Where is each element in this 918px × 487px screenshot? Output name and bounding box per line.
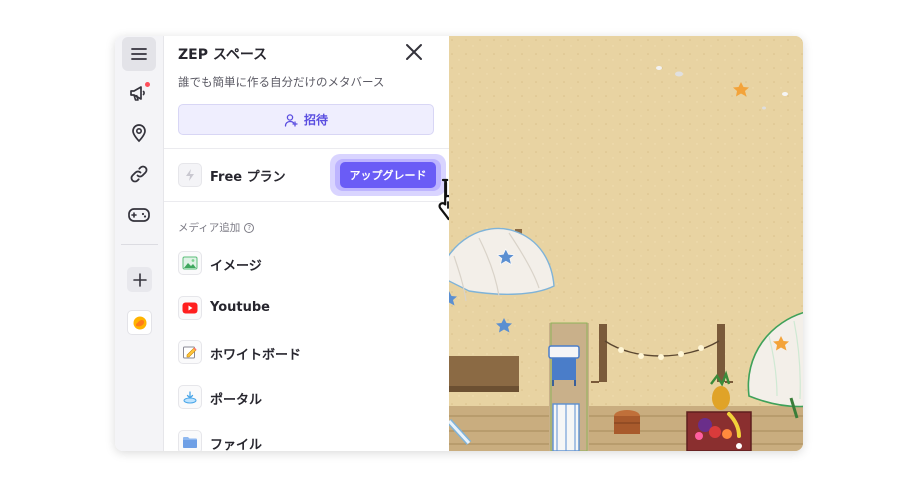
panel-title: ZEP スペース xyxy=(178,47,268,63)
section-divider xyxy=(164,201,449,202)
youtube-icon xyxy=(182,302,198,314)
upgrade-highlight: アップグレード xyxy=(330,154,446,196)
media-item-label: ポータル xyxy=(210,393,263,408)
space-avatar-icon xyxy=(133,316,146,329)
media-item-file[interactable]: ファイル xyxy=(178,428,438,451)
folder-icon xyxy=(183,437,197,448)
panel-subtitle: 誰でも簡単に作る自分だけのメタバース xyxy=(178,75,385,89)
media-item-whiteboard[interactable]: ホワイトボード xyxy=(178,338,438,366)
section-divider xyxy=(164,148,449,149)
media-item-youtube[interactable]: Youtube xyxy=(178,294,438,322)
media-item-label: イメージ xyxy=(210,259,262,274)
hand-pointer-icon xyxy=(438,178,449,221)
location-pin-icon xyxy=(132,124,146,143)
icon-rail xyxy=(115,36,164,451)
media-icon-frame xyxy=(178,251,202,275)
gamepad-icon xyxy=(128,208,150,222)
plan-badge xyxy=(178,163,202,187)
media-section-label: メディア追加 xyxy=(178,222,241,234)
media-item-label: ホワイトボード xyxy=(210,348,302,363)
media-item-label: Youtube xyxy=(210,300,270,315)
lightning-icon xyxy=(186,169,194,181)
plan-label: Free プラン xyxy=(210,170,286,185)
space-panel: ZEP スペース 誰でも簡単に作る自分だけのメタバース 招待 Free プラン … xyxy=(164,36,449,451)
close-icon[interactable] xyxy=(404,42,424,62)
image-icon xyxy=(182,256,198,270)
space-map-canvas[interactable] xyxy=(449,36,803,451)
space-shortcut-button[interactable] xyxy=(127,310,152,335)
media-item-portal[interactable]: ポータル xyxy=(178,383,438,411)
menu-icon xyxy=(131,48,147,60)
media-icon-frame xyxy=(178,385,202,409)
plus-icon xyxy=(132,272,147,287)
media-icon-frame xyxy=(178,296,202,320)
notification-dot xyxy=(145,82,150,87)
add-user-icon xyxy=(284,113,298,127)
help-icon[interactable]: ? xyxy=(244,222,255,233)
beach-scene-illustration xyxy=(449,36,803,451)
menu-button[interactable] xyxy=(122,37,156,71)
media-section-title: メディア追加 ? xyxy=(178,220,255,235)
location-button[interactable] xyxy=(122,116,156,150)
rail-divider xyxy=(121,244,158,245)
media-icon-frame xyxy=(178,340,202,364)
app-window: ZEP スペース 誰でも簡単に作る自分だけのメタバース 招待 Free プラン … xyxy=(115,36,803,451)
game-button[interactable] xyxy=(122,198,156,232)
whiteboard-icon xyxy=(183,346,197,359)
media-icon-frame xyxy=(178,430,202,451)
media-item-label: ファイル xyxy=(210,438,263,451)
invite-label: 招待 xyxy=(303,113,328,127)
invite-button[interactable]: 招待 xyxy=(178,104,434,135)
announcement-button[interactable] xyxy=(122,76,156,110)
add-space-button[interactable] xyxy=(127,267,152,292)
portal-icon xyxy=(183,391,197,404)
upgrade-button[interactable]: アップグレード xyxy=(340,162,436,188)
link-button[interactable] xyxy=(122,157,156,191)
media-item-image[interactable]: イメージ xyxy=(178,249,438,277)
link-icon xyxy=(130,165,148,183)
